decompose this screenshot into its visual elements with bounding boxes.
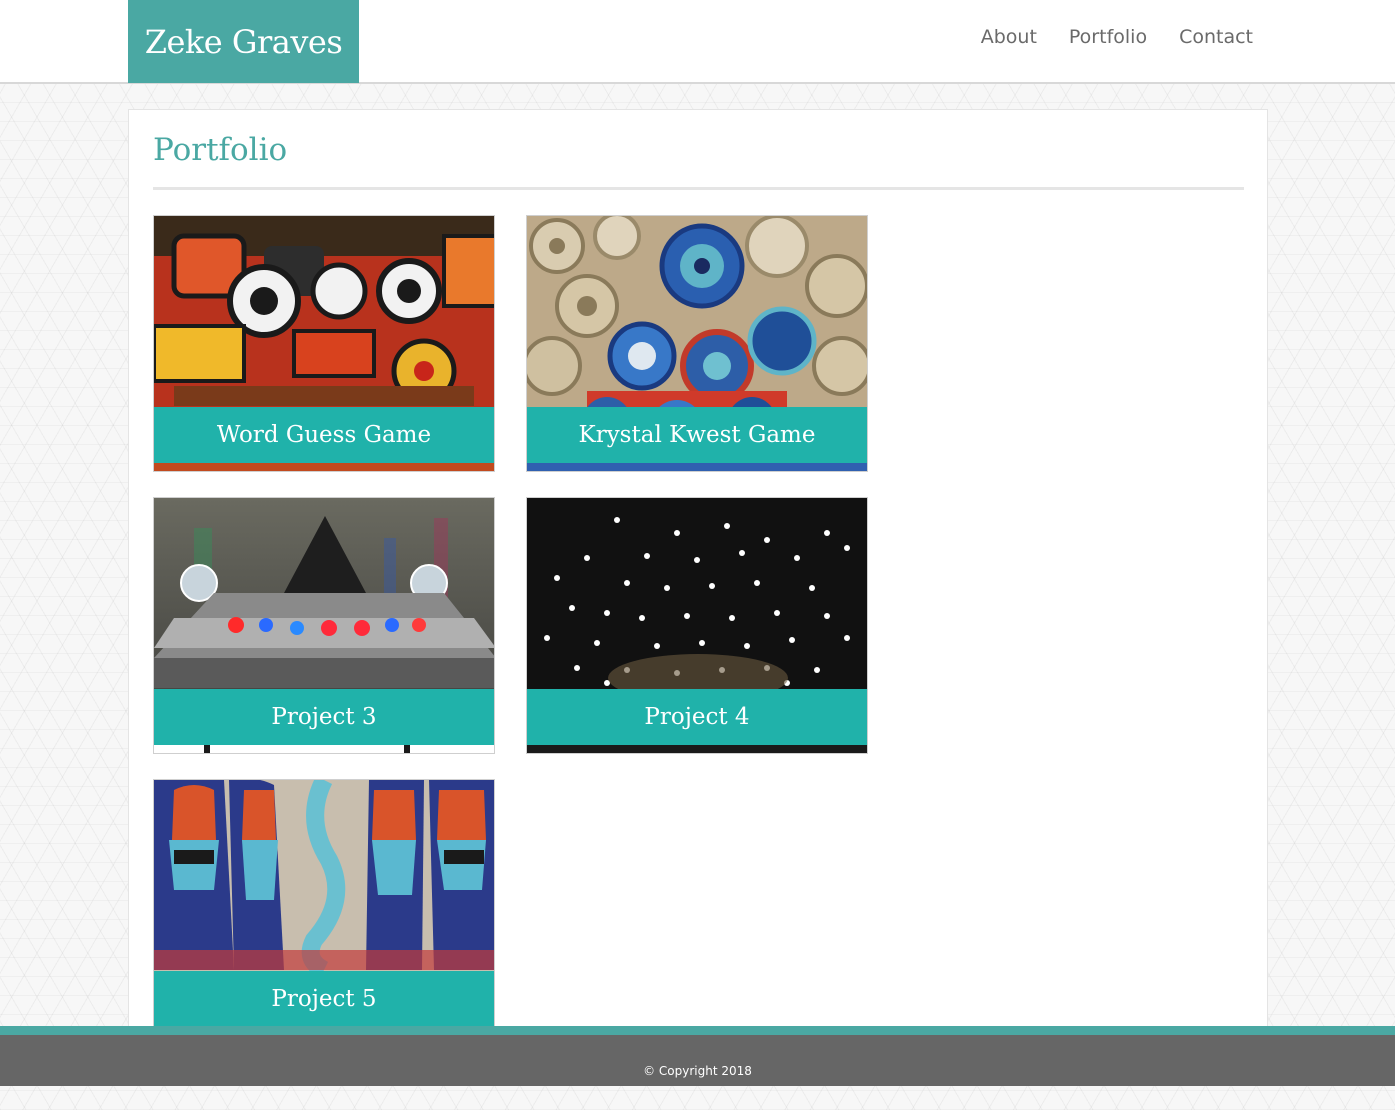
portfolio-card: Portfolio Word Guess Game Krystal Kwest … — [128, 109, 1268, 1051]
project-card-project-3[interactable]: Project 3 — [153, 497, 495, 754]
copyright-text: © Copyright 2018 — [643, 1064, 752, 1078]
project-card-project-5[interactable]: Project 5 — [153, 779, 495, 1051]
page-title: Portfolio — [153, 132, 288, 168]
project-title: Project 3 — [154, 689, 494, 745]
project-title: Krystal Kwest Game — [527, 407, 867, 463]
project-title: Project 4 — [527, 689, 867, 745]
main-nav: About Portfolio Contact — [981, 26, 1253, 48]
project-title: Word Guess Game — [154, 407, 494, 463]
project-card-word-guess[interactable]: Word Guess Game — [153, 215, 495, 472]
nav-portfolio[interactable]: Portfolio — [1069, 26, 1147, 48]
site-header: Zeke Graves About Portfolio Contact — [0, 0, 1395, 84]
title-divider — [153, 187, 1244, 190]
nav-contact[interactable]: Contact — [1179, 26, 1253, 48]
brand-logo[interactable]: Zeke Graves — [128, 0, 359, 83]
project-card-project-4[interactable]: Project 4 — [526, 497, 868, 754]
nav-about[interactable]: About — [981, 26, 1037, 48]
project-card-krystal-kwest[interactable]: Krystal Kwest Game — [526, 215, 868, 472]
project-title: Project 5 — [154, 971, 494, 1027]
